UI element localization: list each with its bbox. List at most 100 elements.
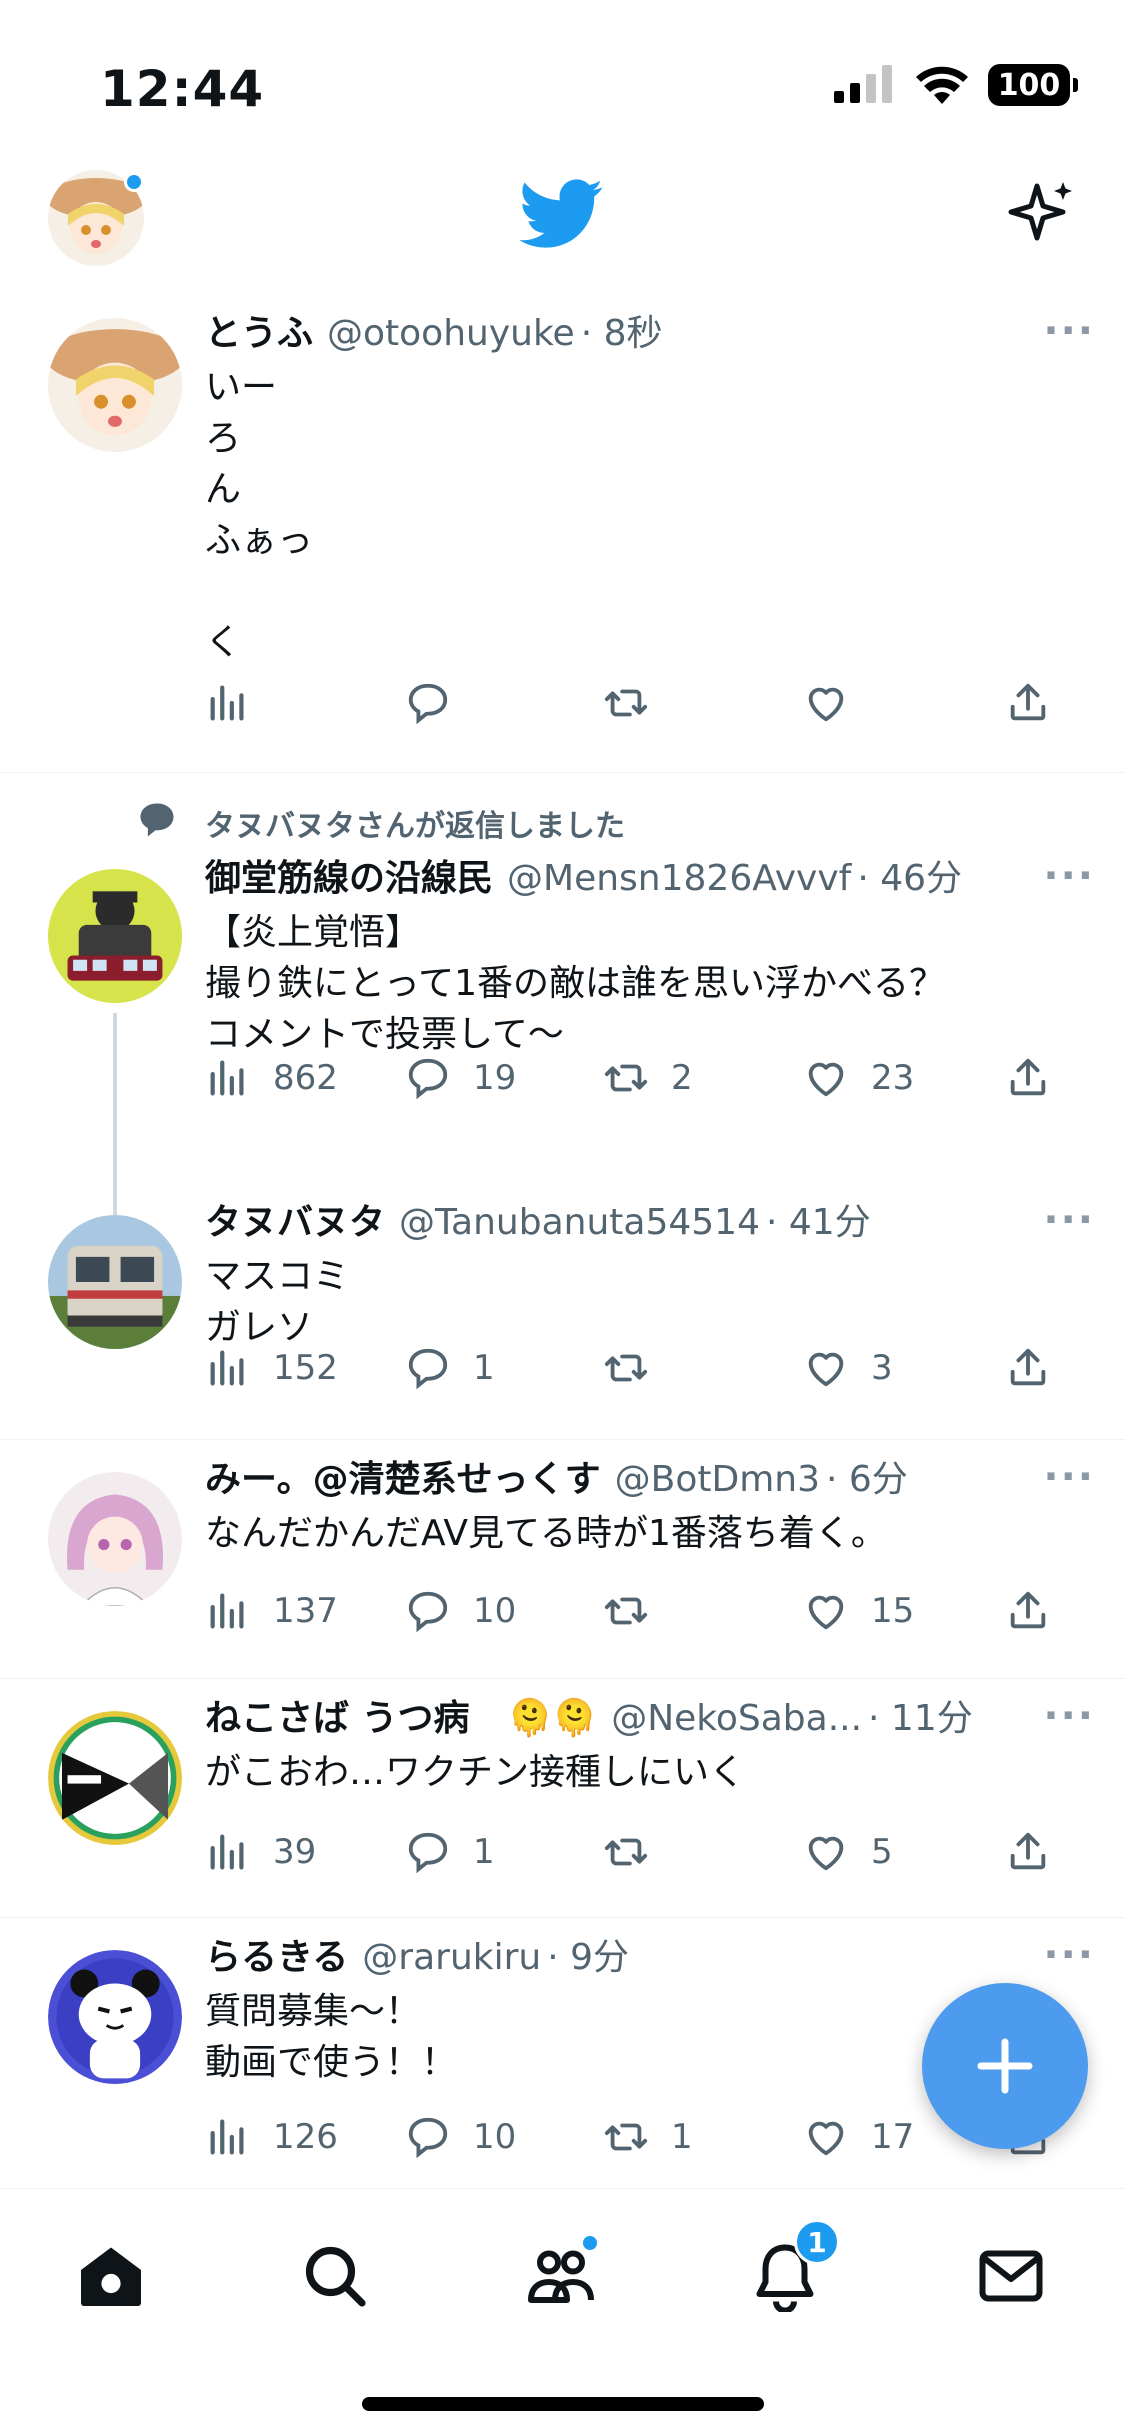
retweet-icon [604,1354,648,1382]
display-name[interactable]: とうふ [205,310,313,358]
reply-button[interactable]: 10 [405,2114,516,2160]
retweet-button[interactable]: 2 [603,1055,693,1101]
tweet[interactable]: タヌバヌタ @Tanubanuta54514 · 41分 マスコミ ガレソ ··… [0,1193,1125,1439]
name-emoji: 🫠🫠 [507,1698,598,1739]
avatar[interactable] [48,1711,182,1845]
views-icon [210,1060,244,1096]
more-icon[interactable]: ··· [1043,1693,1095,1739]
reply-icon [408,1591,448,1633]
display-name[interactable]: ねこさば うつ病 [205,1695,470,1743]
tweet-header: らるきる @rarukiru · 9分 [205,1934,1085,1982]
display-name[interactable]: らるきる [205,1934,348,1982]
reply-icon [408,2117,448,2159]
views-count: 862 [273,1058,338,1098]
reply-button[interactable] [405,680,473,726]
handle[interactable]: @Mensn1826Avvvf [507,855,851,903]
tweet[interactable]: みー。@清楚系せっくす @BotDmn3 · 6分 なんだかんだAV見てる時が1… [0,1440,1125,1678]
share-button[interactable] [1005,1588,1051,1634]
retweet-button[interactable] [603,680,671,726]
twitter-bird-icon[interactable] [520,178,604,250]
handle[interactable]: @BotDmn3 [615,1456,820,1504]
handle[interactable]: @otoohuyuke [327,310,575,358]
reply-count: 10 [473,1591,517,1631]
retweet-button[interactable] [603,1345,671,1391]
tweet-header: みー。@清楚系せっくす @BotDmn3 · 6分 [205,1456,1085,1504]
reply-button[interactable]: 10 [405,1588,516,1634]
timestamp[interactable]: · 6分 [826,1456,908,1504]
avatar[interactable] [48,318,182,452]
tab-search[interactable] [290,2231,380,2321]
battery-indicator: 100 [988,64,1078,106]
compose-tweet-button[interactable] [922,1983,1088,2149]
like-button[interactable]: 17 [803,2114,914,2160]
like-count: 17 [871,2117,915,2157]
views-button[interactable]: 862 [205,1055,338,1101]
status-bar: 12:44 100 [0,0,1125,150]
reply-icon [408,1058,448,1100]
like-button[interactable]: 3 [803,1345,893,1391]
status-time: 12:44 [100,60,265,118]
display-name[interactable]: みー。@清楚系せっくす [205,1456,601,1504]
share-button[interactable] [1005,1345,1051,1391]
tab-notifications[interactable]: 1 [740,2219,840,2321]
views-button[interactable]: 39 [205,1829,316,1875]
views-button[interactable]: 126 [205,2114,338,2160]
timestamp[interactable]: · 8秒 [581,310,663,358]
retweet-button[interactable] [603,1588,671,1634]
reply-icon [408,1348,448,1390]
display-name[interactable]: 御堂筋線の沿線民 [205,855,493,903]
retweet-count: 2 [671,1058,693,1098]
share-button[interactable] [1005,1829,1051,1875]
timestamp[interactable]: · 9分 [547,1934,629,1982]
views-button[interactable]: 137 [205,1588,338,1634]
share-button[interactable] [1005,1055,1051,1101]
like-button[interactable] [803,680,871,726]
more-icon[interactable]: ··· [1043,1454,1095,1500]
avatar[interactable] [48,1215,182,1349]
more-icon[interactable]: ··· [1043,1932,1095,1978]
like-button[interactable]: 15 [803,1588,914,1634]
timestamp[interactable]: · 41分 [766,1199,871,1247]
timestamp[interactable]: · 11分 [868,1695,973,1743]
like-button[interactable]: 5 [803,1829,893,1875]
thread-line [113,1013,117,1193]
more-icon[interactable]: ··· [1043,308,1095,354]
avatar[interactable] [48,1950,182,2084]
views-button[interactable] [205,680,273,726]
views-icon [210,685,244,721]
avatar[interactable] [48,869,182,1003]
display-name[interactable]: タヌバヌタ [205,1199,385,1247]
share-icon [1010,1058,1046,1096]
home-indicator [362,2397,764,2411]
tab-communities[interactable] [516,2231,606,2321]
heart-icon [808,1595,844,1630]
avatar[interactable] [48,1472,182,1606]
views-icon [210,1834,244,1870]
retweet-button[interactable] [603,1829,671,1875]
handle[interactable]: @rarukiru [362,1934,541,1982]
like-button[interactable]: 23 [803,1055,914,1101]
views-count: 137 [273,1591,338,1631]
reply-button[interactable]: 19 [405,1055,516,1101]
more-icon[interactable]: ··· [1043,853,1095,899]
sparkle-icon[interactable] [1007,178,1077,248]
tweet[interactable]: ねこさば うつ病 🫠🫠 @NekoSaba... · 11分 がこおわ…ワクチン… [0,1679,1125,1917]
heart-icon [808,1062,844,1097]
share-icon [1010,1832,1046,1870]
share-button[interactable] [1005,680,1051,726]
tweet[interactable]: タヌバヌタさんが返信しました 御堂筋線の沿線民 @Mensn1826Avvvf … [0,773,1125,1193]
views-button[interactable]: 152 [205,1345,338,1391]
retweet-icon [604,689,648,717]
tab-messages[interactable] [966,2231,1056,2321]
tweet-header: タヌバヌタ @Tanubanuta54514 · 41分 [205,1199,1085,1247]
handle[interactable]: @Tanubanuta54514 [399,1199,760,1247]
reply-button[interactable]: 1 [405,1829,495,1875]
more-icon[interactable]: ··· [1043,1197,1095,1243]
reply-button[interactable]: 1 [405,1345,495,1391]
tweet-header: とうふ @otoohuyuke · 8秒 [205,310,1085,358]
retweet-button[interactable]: 1 [603,2114,693,2160]
handle[interactable]: @NekoSaba... [611,1695,862,1743]
timestamp[interactable]: · 46分 [857,855,962,903]
tweet[interactable]: とうふ @otoohuyuke · 8秒 いー ろ ん ふぁっ く ··· [0,300,1125,772]
tab-home[interactable] [66,2231,156,2321]
